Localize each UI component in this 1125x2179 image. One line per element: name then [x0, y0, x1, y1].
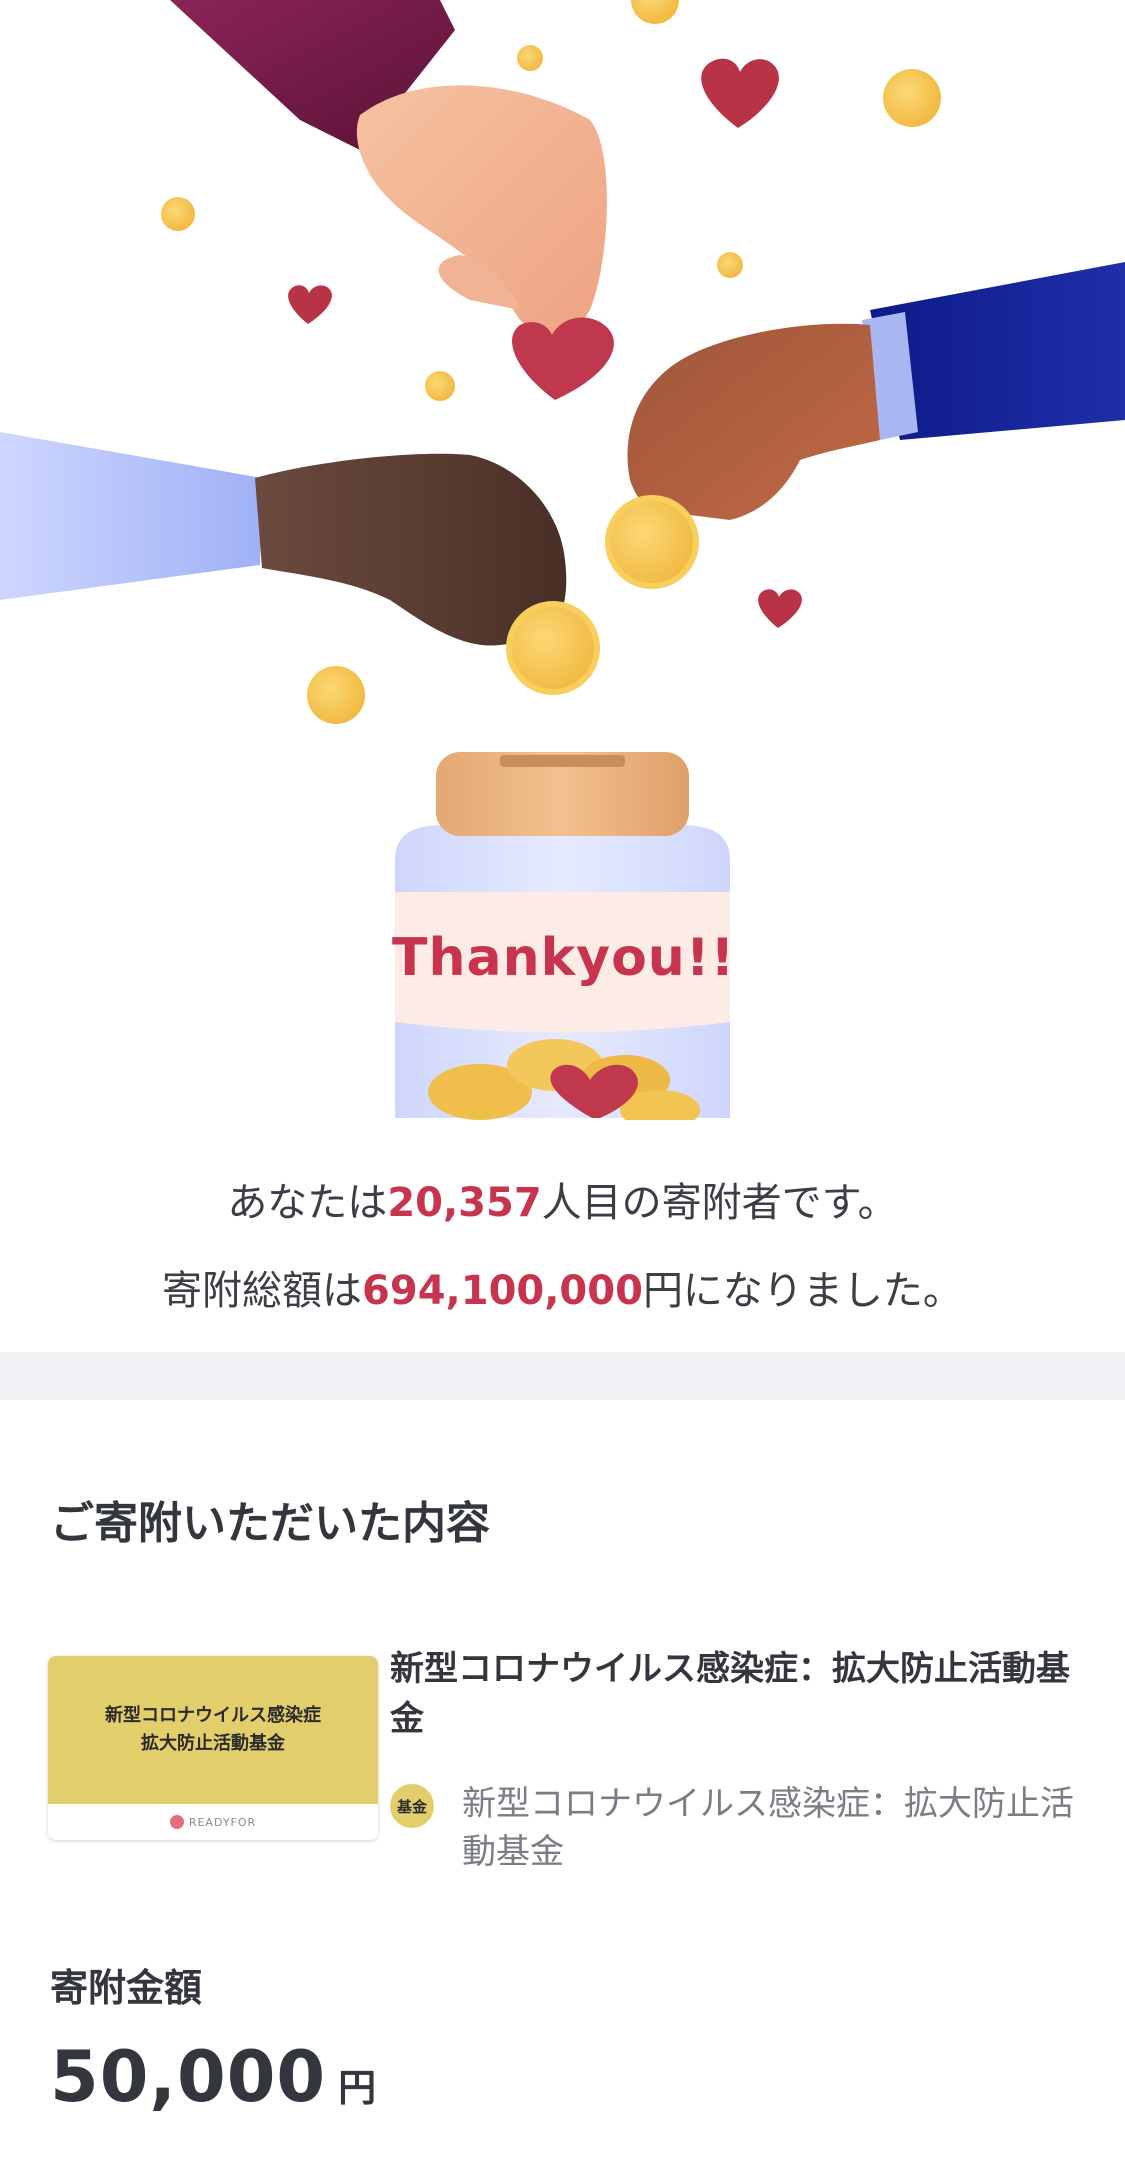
jar-label-text: Thankyou!! [392, 928, 736, 988]
coin-icon [161, 197, 195, 231]
thumbnail-line-1: 新型コロナウイルス感染症 [105, 1705, 321, 1726]
organization-name: 新型コロナウイルス感染症：拡大防止活動基金 [462, 1784, 1074, 1872]
coin-icon [517, 45, 543, 71]
coin-icon [883, 69, 941, 127]
total-prefix: 寄附総額は [162, 1268, 363, 1314]
hand-tan [627, 323, 880, 520]
project-thumbnail[interactable]: 新型コロナウイルス感染症 拡大防止活動基金 READYFOR [48, 1656, 378, 1840]
heart-icon [512, 317, 614, 400]
coin-icon [605, 495, 699, 589]
heart-icon [288, 285, 332, 324]
donation-stats: あなたは20,357人目の寄附者です。 寄附総額は694,100,000円になり… [0, 1120, 1125, 1352]
donor-prefix: あなたは [227, 1180, 388, 1226]
project-title[interactable]: 新型コロナウイルス感染症：拡大防止活動基金 [390, 1644, 1090, 1744]
coin-icon [307, 666, 365, 724]
coin-icon [506, 601, 600, 695]
brand-name: READYFOR [188, 1815, 257, 1829]
heart-icon [701, 58, 779, 128]
coin-icon [425, 371, 455, 401]
amount-value: 50,000 [50, 2036, 327, 2118]
section-divider [0, 1352, 1125, 1400]
hero-illustration: Thankyou!! [0, 0, 1125, 1120]
thumbnail-brand: READYFOR [48, 1804, 378, 1840]
coin-icon [717, 252, 743, 278]
total-amount-line: 寄附総額は694,100,000円になりました。 [0, 1268, 1125, 1314]
donor-number: 20,357 [387, 1180, 542, 1226]
thumbnail-line-2: 拡大防止活動基金 [141, 1733, 285, 1754]
donation-amount: 50,000 円 [0, 2012, 1125, 2118]
heart-icon [758, 589, 802, 628]
total-suffix: 円になりました。 [642, 1268, 963, 1314]
fund-badge: 基金 [390, 1784, 434, 1828]
section-title: ご寄附いただいた内容 [50, 1498, 490, 1549]
coin-icon [631, 0, 679, 24]
thumbnail-title: 新型コロナウイルス感染症 拡大防止活動基金 [48, 1656, 378, 1804]
total-amount: 694,100,000 [362, 1268, 643, 1314]
amount-unit: 円 [338, 2066, 377, 2110]
readyfor-logo-icon [169, 1815, 184, 1829]
project-card[interactable]: 新型コロナウイルス感染症 拡大防止活動基金 READYFOR 新型コロナウイルス… [0, 1552, 1125, 1882]
amount-label: 寄附金額 [50, 1966, 203, 2010]
lightblue-sleeve [0, 432, 262, 600]
donor-count-line: あなたは20,357人目の寄附者です。 [0, 1180, 1125, 1226]
donor-suffix: 人目の寄附者です。 [541, 1180, 898, 1226]
